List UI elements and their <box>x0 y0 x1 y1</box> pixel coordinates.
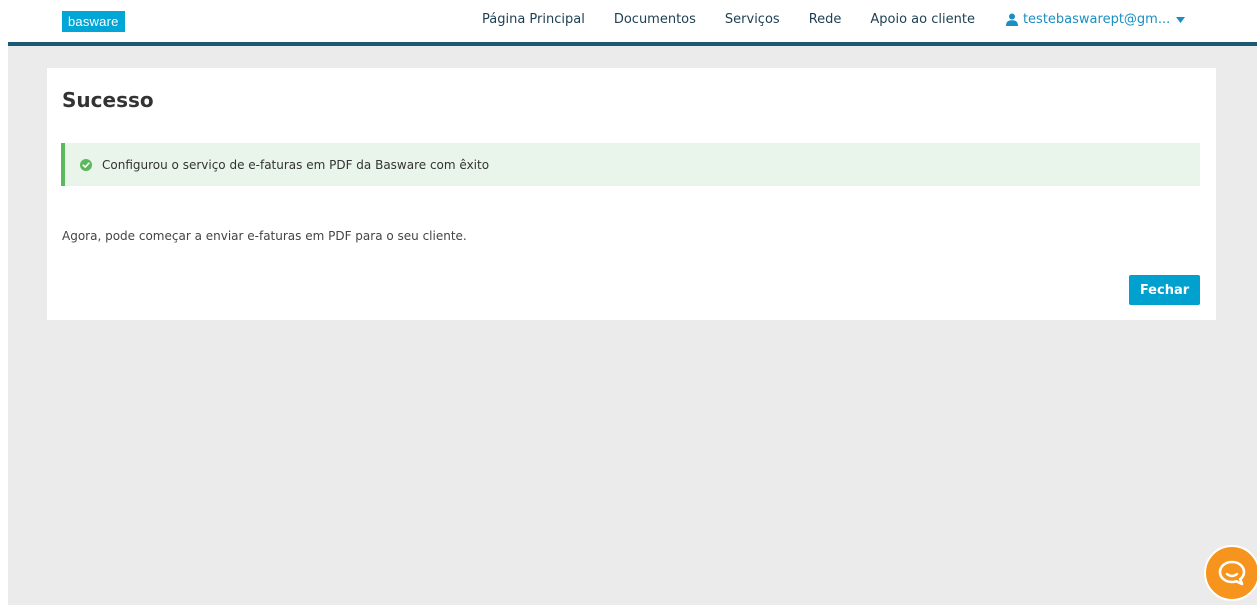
check-circle-icon <box>80 158 92 171</box>
nav-item-network[interactable]: Rede <box>809 12 842 27</box>
info-text: Agora, pode começar a enviar e-faturas e… <box>62 229 467 243</box>
nav-item-support[interactable]: Apoio ao cliente <box>870 12 975 27</box>
left-edge <box>0 0 8 605</box>
nav-item-documents[interactable]: Documentos <box>614 12 696 27</box>
user-email: testebaswarept@gm... <box>1022 12 1171 27</box>
basware-logo[interactable]: basware <box>62 11 125 32</box>
user-menu[interactable]: testebaswarept@gm... <box>1005 12 1186 27</box>
user-icon <box>1005 13 1018 26</box>
main-nav: Página Principal Documentos Serviços Red… <box>482 12 1186 27</box>
close-button[interactable]: Fechar <box>1129 275 1200 305</box>
chat-icon <box>1218 560 1246 586</box>
alert-text: Configurou o serviço de e-faturas em PDF… <box>102 157 490 172</box>
caret-down-icon <box>1176 16 1186 23</box>
nav-item-home[interactable]: Página Principal <box>482 12 585 27</box>
nav-item-services[interactable]: Serviços <box>725 12 780 27</box>
success-card: Sucesso Configurou o serviço de e-fatura… <box>47 68 1216 320</box>
success-alert: Configurou o serviço de e-faturas em PDF… <box>61 143 1200 186</box>
top-navigation-bar: basware Página Principal Documentos Serv… <box>8 0 1257 46</box>
page-title: Sucesso <box>62 88 154 112</box>
chat-button[interactable] <box>1204 545 1257 601</box>
